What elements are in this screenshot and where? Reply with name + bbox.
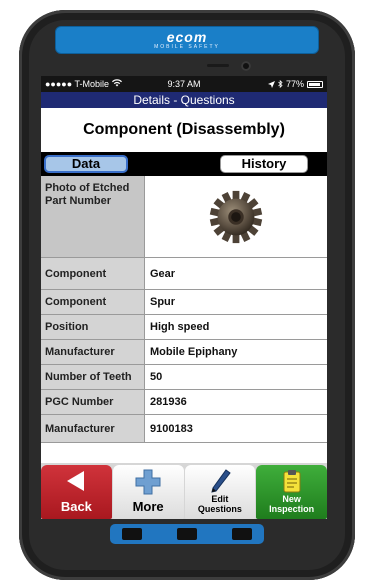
edit-label-2: Questions xyxy=(197,504,242,514)
bottom-toolbar: Back More Edit Questions New Inspection xyxy=(41,463,327,519)
edit-label-1: Edit xyxy=(211,494,229,504)
brand-logo: ecom xyxy=(166,29,208,45)
row-value: 9100183 xyxy=(150,422,193,435)
hardware-button-right[interactable] xyxy=(232,528,252,540)
page-title: Component (Disassembly) xyxy=(41,108,327,152)
new-label-1: New xyxy=(282,494,301,504)
table-row[interactable]: Position High speed xyxy=(41,315,327,340)
more-button[interactable]: More xyxy=(112,465,184,519)
row-value: Gear xyxy=(150,267,176,280)
back-button[interactable]: Back xyxy=(41,465,112,519)
row-label: Manufacturer xyxy=(41,415,145,442)
wifi-icon xyxy=(111,79,122,87)
row-label: Manufacturer xyxy=(41,340,145,364)
table-row[interactable]: Number of Teeth 50 xyxy=(41,365,327,390)
status-bar: ●●●●● T-Mobile 9:37 AM 77% xyxy=(41,76,327,92)
brand-tagline: MOBILE SAFETY xyxy=(154,44,220,50)
carrier-label: ●●●●● T-Mobile xyxy=(45,79,268,89)
row-label: Photo of Etched Part Number xyxy=(41,176,145,257)
app-screen: ●●●●● T-Mobile 9:37 AM 77% Details - Que… xyxy=(41,76,327,519)
table-row[interactable]: Component Gear xyxy=(41,258,327,290)
hardware-button-bar xyxy=(110,524,264,544)
row-value: 281936 xyxy=(150,396,187,408)
details-table: Photo of Etched Part Number Component Ge… xyxy=(41,176,327,443)
part-photo[interactable] xyxy=(145,176,327,257)
hardware-button-left[interactable] xyxy=(122,528,142,540)
more-label: More xyxy=(132,499,164,514)
battery-icon xyxy=(307,80,323,88)
location-arrow-icon xyxy=(267,80,275,88)
table-row[interactable]: PGC Number 281936 xyxy=(41,390,327,415)
row-label: Position xyxy=(41,315,145,339)
clipboard-icon xyxy=(256,469,327,493)
bluetooth-icon xyxy=(278,80,283,88)
tab-data[interactable]: Data xyxy=(44,155,128,173)
hardware-button-home[interactable] xyxy=(177,528,197,540)
speaker-grille xyxy=(207,64,229,67)
plus-icon xyxy=(113,469,184,495)
row-label: Number of Teeth xyxy=(41,365,145,389)
row-value: High speed xyxy=(150,321,210,333)
nav-title: Details - Questions xyxy=(41,92,327,108)
segmented-control: Data History xyxy=(41,152,327,176)
status-right: 77% xyxy=(267,79,323,89)
table-row[interactable]: Component Spur xyxy=(41,290,327,315)
back-label: Back xyxy=(60,499,92,514)
gear-icon xyxy=(209,190,263,243)
row-label: Component xyxy=(41,290,145,314)
table-row[interactable]: Manufacturer Mobile Epiphany xyxy=(41,340,327,365)
battery-percent: 77% xyxy=(285,79,304,89)
table-row[interactable]: Manufacturer 9100183 xyxy=(41,415,327,443)
row-value: Mobile Epiphany xyxy=(150,346,238,358)
row-value: 50 xyxy=(150,371,163,383)
new-inspection-button[interactable]: New Inspection xyxy=(256,465,327,519)
row-value: Spur xyxy=(150,296,176,308)
back-arrow-icon xyxy=(41,469,112,493)
camera-icon xyxy=(241,61,251,71)
row-label: Component xyxy=(41,258,145,289)
table-row-photo[interactable]: Photo of Etched Part Number xyxy=(41,176,327,258)
edit-questions-button[interactable]: Edit Questions xyxy=(184,465,256,519)
brand-logo-bar: ecom MOBILE SAFETY xyxy=(55,26,319,54)
row-label: PGC Number xyxy=(41,390,145,414)
pen-icon xyxy=(185,469,256,495)
new-label-2: Inspection xyxy=(269,504,315,514)
tab-history[interactable]: History xyxy=(220,155,308,173)
